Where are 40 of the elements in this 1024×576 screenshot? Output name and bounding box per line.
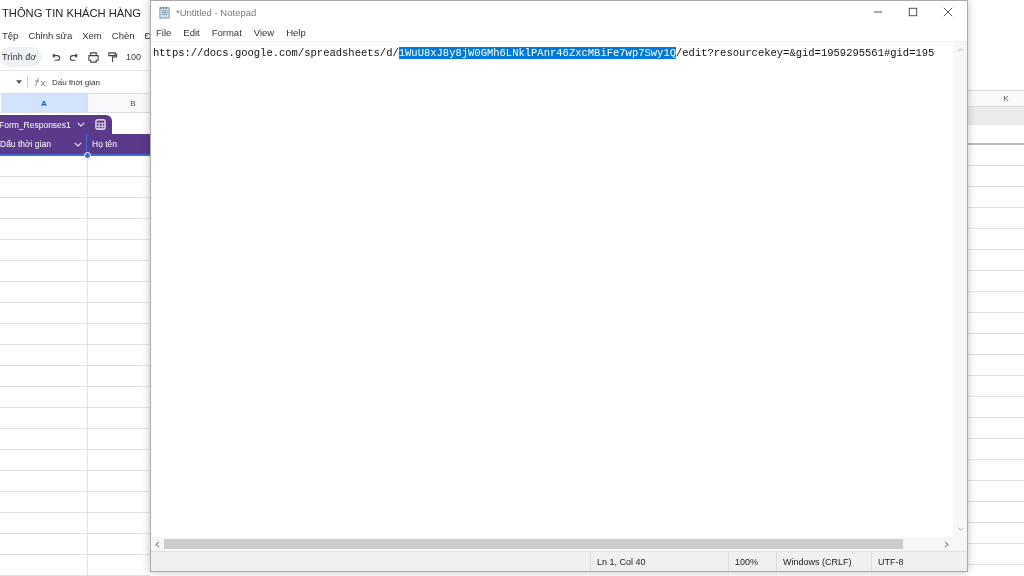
close-icon[interactable] xyxy=(943,7,953,17)
document-title: THÔNG TIN KHÁCH HÀNG xyxy=(1,6,143,21)
function-icon xyxy=(33,77,47,87)
scrollbar-thumb[interactable] xyxy=(164,539,903,549)
menu-item[interactable]: Help xyxy=(286,26,306,38)
menu-item[interactable]: Format xyxy=(211,26,242,38)
status-item: Windows (CRLF) xyxy=(776,552,871,571)
formula-value[interactable]: Dấu thời gian xyxy=(52,77,100,87)
menu-item[interactable]: Chèn xyxy=(111,30,135,41)
zoom-level[interactable]: 100 xyxy=(126,52,142,62)
menu-item[interactable]: Chỉnh sửa xyxy=(28,30,73,41)
undo-icon[interactable] xyxy=(50,51,61,63)
menu-item[interactable]: Edit xyxy=(183,26,200,38)
table-icon[interactable] xyxy=(94,119,106,130)
menu-item[interactable]: Tệp xyxy=(2,30,19,41)
chevron-icon[interactable] xyxy=(74,141,82,147)
scroll-right-icon[interactable] xyxy=(944,540,949,548)
paint-format-icon[interactable] xyxy=(107,51,118,63)
column-header[interactable]: B xyxy=(88,94,150,112)
menu-item[interactable]: Xem xyxy=(82,30,102,41)
scroll-left-icon[interactable] xyxy=(155,540,160,548)
table-column-header[interactable]: Họ tên xyxy=(87,134,118,154)
text-line[interactable]: https://docs.google.com/spreadsheets/d/1WuU8xJ8y8jW0GMh6LNklPAnr46ZxcMBiFe7wp7Swy1Q/edit?resourcekey=&gid=1959295561#gid=195 xyxy=(151,46,935,59)
status-item: 100% xyxy=(728,552,776,571)
window-title: *Untitled - Notepad xyxy=(176,6,257,18)
column-header[interactable]: K xyxy=(968,90,1024,107)
status-item: UTF-8 xyxy=(871,552,967,571)
notepad-icon xyxy=(158,5,171,19)
menu-item[interactable]: File xyxy=(156,26,172,38)
caret-icon[interactable] xyxy=(16,80,22,84)
print-icon[interactable] xyxy=(88,51,99,63)
table-name-tab[interactable]: Form_Responses1 xyxy=(0,115,112,134)
selection-handle[interactable] xyxy=(84,152,91,159)
redo-icon[interactable] xyxy=(69,51,80,63)
status-item: Ln 1, Col 40 xyxy=(590,552,728,571)
search-field[interactable]: Trình đơ xyxy=(0,47,42,67)
menu-item[interactable]: View xyxy=(253,26,275,38)
chevron-icon[interactable] xyxy=(76,122,85,127)
maximize-icon[interactable] xyxy=(908,7,918,17)
column-header[interactable]: A xyxy=(1,94,88,112)
